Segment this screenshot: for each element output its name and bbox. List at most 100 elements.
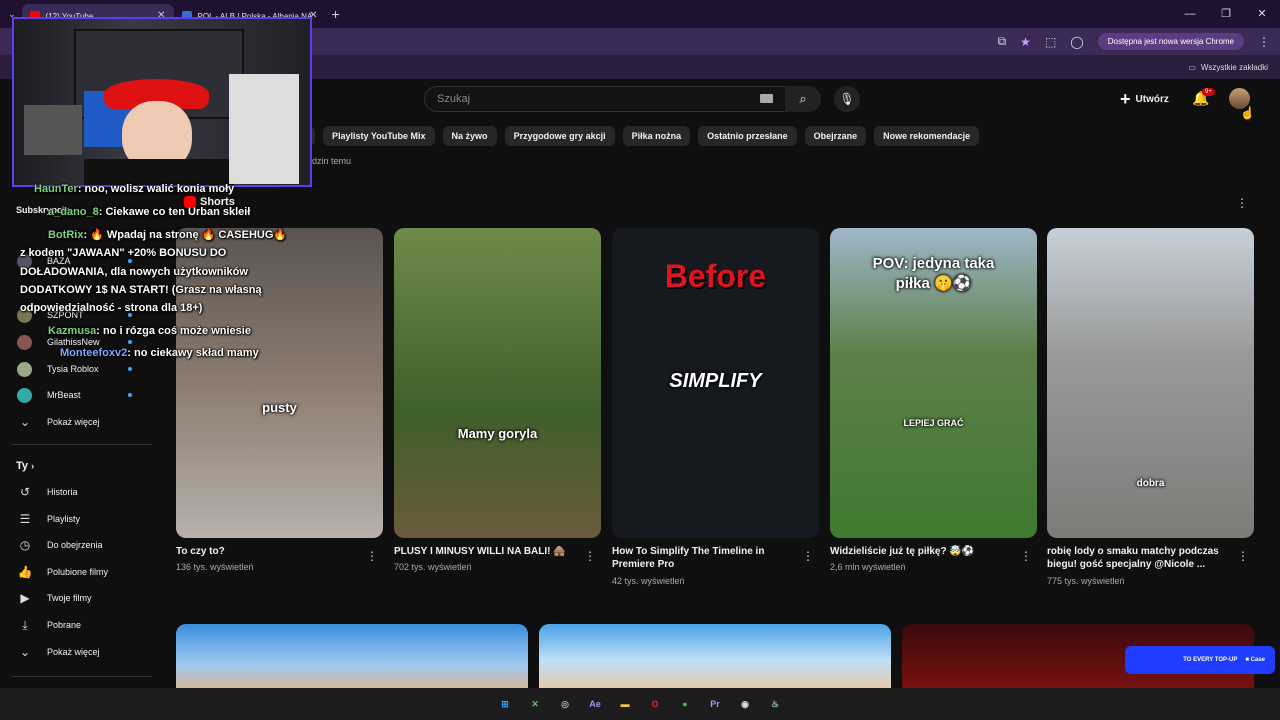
chrome-icon[interactable]: ●	[677, 696, 693, 712]
chevron-down-icon: ⌄	[19, 645, 31, 659]
premiere-icon[interactable]: Pr	[707, 696, 723, 712]
windows-start-icon[interactable]: ⊞	[497, 696, 513, 712]
minimize-icon[interactable]: —	[1172, 0, 1208, 28]
thumbnail-overlay-text: pusty	[262, 400, 297, 415]
video-thumbnail[interactable]	[539, 624, 891, 690]
new-tab-button[interactable]: +	[332, 6, 340, 22]
opera-icon[interactable]: O	[647, 696, 663, 712]
show-more-you[interactable]: ⌄ Pokaż więcej	[0, 639, 100, 665]
channel-avatar	[17, 334, 32, 350]
playlists-icon: ☰	[19, 511, 31, 526]
show-more-label: Pokaż więcej	[47, 647, 100, 657]
sidebar-item-label: Polubione filmy	[47, 566, 109, 577]
promo-text: TO EVERY TOP-UP	[1183, 657, 1238, 663]
shorts-title[interactable]: PLUSY I MINUSY WILLI NA BALI! 🛖	[394, 545, 574, 558]
new-content-dot	[128, 367, 132, 371]
more-actions-icon[interactable]: ⋮	[802, 549, 814, 563]
chat-text: : no i rózga coś może wniesie	[96, 325, 251, 337]
chat-message: a_dano_8: Ciekawe co ten Urban skleił	[48, 206, 250, 218]
filter-chip[interactable]: Ostatnio przesłane	[698, 126, 797, 146]
menu-kebab-icon[interactable]: ⋮	[1258, 35, 1270, 49]
shirt-text: LEPIEJ GRAĆ	[903, 418, 964, 428]
filter-chip[interactable]: Piłka nożna	[622, 126, 691, 146]
notification-badge: 9+	[1202, 88, 1215, 96]
shorts-thumbnail[interactable]: POV: jedyna taka piłka 🤫⚽ LEPIEJ GRAĆ	[830, 228, 1037, 538]
keyboard-icon[interactable]	[760, 94, 773, 103]
new-content-dot	[128, 393, 132, 397]
view-count: 42 tys. wyświetleń	[612, 576, 685, 586]
casehug-promo-banner: TO EVERY TOP-UP ■ Case	[1125, 646, 1275, 674]
sidebar-item[interactable]: ◷ Do obejrzenia	[0, 532, 103, 558]
xbox-icon[interactable]: ✕	[527, 696, 543, 712]
filter-chip[interactable]: Obejrzane	[804, 126, 867, 146]
sidebar-item[interactable]: ⤓ Pobrane	[0, 612, 81, 638]
show-more-subscriptions[interactable]: ⌄ Pokaż więcej	[0, 409, 100, 435]
window-controls: — ❐ ✕	[1172, 0, 1280, 28]
maximize-icon[interactable]: ❐	[1208, 0, 1244, 28]
filter-chip[interactable]: Przygodowe gry akcji	[504, 126, 615, 146]
search-button[interactable]: ⌕	[785, 86, 821, 112]
shorts-title[interactable]: To czy to?	[176, 545, 356, 558]
steam-icon[interactable]: ♨	[767, 696, 783, 712]
filter-chip[interactable]: Playlisty YouTube Mix	[323, 126, 435, 146]
chat-message: HaunTer: noo, wolisz walić konia moły	[34, 183, 234, 195]
subscription-item[interactable]: MrBeast	[0, 382, 132, 408]
casehug-logo: ■ Case	[1245, 657, 1265, 663]
chevron-right-icon: ›	[31, 461, 35, 471]
chat-username: HaunTer	[34, 183, 78, 195]
view-count: 775 tys. wyświetleń	[1047, 576, 1125, 586]
close-window-icon[interactable]: ✕	[1244, 0, 1280, 28]
timestamp-fragment: dzin temu	[312, 156, 352, 166]
voice-search-button[interactable]: 🎙	[834, 86, 860, 112]
shorts-thumbnail[interactable]: dobra	[1047, 228, 1254, 538]
filter-chip[interactable]: Nowe rekomendacje	[874, 126, 980, 146]
after-effects-icon[interactable]: Ae	[587, 696, 603, 712]
filter-chip[interactable]: Na żywo	[442, 126, 497, 146]
all-bookmarks-link[interactable]: Wszystkie zakładki	[1201, 63, 1268, 72]
sidebar-item[interactable]: ▶ Twoje filmy	[0, 585, 91, 611]
install-app-icon[interactable]: ⧉	[998, 34, 1007, 49]
shorts-thumbnail[interactable]: Before SIMPLIFY	[612, 228, 819, 538]
divider	[12, 444, 152, 445]
webcam-overlay	[12, 17, 312, 187]
create-button[interactable]: + Utwórz	[1120, 88, 1169, 110]
bookmark-star-icon[interactable]: ★	[1020, 35, 1031, 49]
chat-username: Kazmusa	[48, 325, 97, 337]
more-actions-icon[interactable]: ⋮	[584, 549, 596, 563]
shorts-title[interactable]: Widzieliście już tę piłkę? 🤯⚽	[830, 545, 1010, 558]
chat-username: BotRix	[48, 229, 84, 241]
mouse-cursor-icon: ☝	[1240, 106, 1255, 120]
view-count: 2,6 mln wyświetleń	[830, 562, 906, 572]
sidebar-item[interactable]: ☰ Playlisty	[0, 506, 80, 532]
chat-text: : no ciekawy skład mamy	[127, 347, 259, 359]
more-actions-icon[interactable]: ⋮	[366, 549, 378, 563]
profile-icon[interactable]: ◯	[1070, 35, 1083, 49]
chrome-update-button[interactable]: Dostępna jest nowa wersja Chrome	[1097, 33, 1244, 50]
shorts-title[interactable]: How To Simplify The Timeline in Premiere…	[612, 545, 792, 571]
extensions-icon[interactable]: ⬚	[1045, 35, 1056, 49]
view-count: 702 tys. wyświetleń	[394, 562, 472, 572]
sidebar-item[interactable]: 👍 Polubione filmy	[0, 559, 109, 585]
video-thumbnail[interactable]	[176, 624, 528, 690]
new-content-dot	[128, 259, 132, 263]
subscription-item[interactable]: Tysia Roblox	[0, 356, 132, 382]
channel-avatar	[17, 387, 32, 403]
microphone-icon: 🎙	[839, 92, 855, 106]
channel-avatar	[17, 361, 32, 377]
app-icon[interactable]: ◎	[557, 696, 573, 712]
chat-username: a_dano_8	[48, 206, 99, 218]
file-explorer-icon[interactable]: ▬	[617, 696, 633, 712]
screen: ⌄ (12) YouTube ✕ POL - ALB | Polska - Alba…	[0, 0, 1280, 720]
divider	[12, 676, 152, 677]
more-actions-icon[interactable]: ⋮	[1020, 549, 1032, 563]
shorts-menu-icon[interactable]: ⋮	[1236, 196, 1248, 210]
shorts-title[interactable]: robię lody o smaku matchy podczas biegu!…	[1047, 545, 1227, 571]
search-icon: ⌕	[799, 91, 807, 106]
you-section-header[interactable]: Ty ›	[16, 460, 34, 472]
more-actions-icon[interactable]: ⋮	[1237, 549, 1249, 563]
sidebar-item[interactable]: ↺ Historia	[0, 479, 78, 505]
search-input[interactable]: Szukaj	[424, 86, 786, 112]
obs-icon[interactable]: ◉	[737, 696, 753, 712]
your-videos-icon: ▶	[20, 591, 30, 606]
shorts-thumbnail[interactable]: Mamy goryla	[394, 228, 601, 538]
